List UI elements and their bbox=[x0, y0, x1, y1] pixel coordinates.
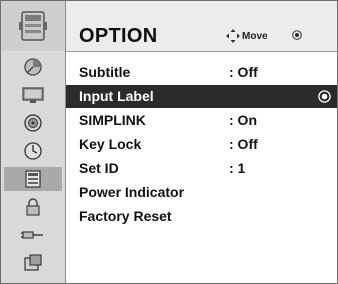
menu-item-label: Key Lock bbox=[79, 136, 142, 152]
menu-item-label: Power Indicator bbox=[79, 184, 185, 200]
sidebar-item-usb[interactable] bbox=[4, 251, 62, 275]
sidebar-item-time[interactable] bbox=[4, 139, 62, 163]
menu-item-subtitle[interactable]: Subtitle : Off bbox=[66, 61, 337, 84]
menu-item-label: Subtitle bbox=[79, 64, 131, 80]
tv-menu-window: OPTION Move Subtitle : Off Input Label S… bbox=[0, 0, 338, 284]
menu-sidebar bbox=[1, 1, 66, 283]
lock-icon bbox=[26, 198, 40, 216]
option-header-icon bbox=[1, 1, 65, 51]
usb-icon bbox=[24, 254, 42, 271]
menu-item-label: Input Label bbox=[79, 88, 154, 104]
ok-button-icon bbox=[292, 30, 302, 40]
option-icon bbox=[25, 170, 41, 188]
picture-icon bbox=[24, 58, 42, 76]
audio-icon bbox=[24, 114, 42, 132]
menu-item-label: Factory Reset bbox=[79, 208, 172, 224]
menu-item-value: : 1 bbox=[229, 160, 246, 176]
move-label: Move bbox=[242, 30, 268, 42]
sidebar-item-input[interactable] bbox=[4, 223, 62, 247]
menu-item-simplink[interactable]: SIMPLINK : On bbox=[66, 109, 337, 132]
sidebar-item-screen[interactable] bbox=[4, 83, 62, 107]
menu-item-value: : On bbox=[229, 112, 257, 128]
ok-select-icon bbox=[318, 90, 331, 103]
sidebar-item-lock[interactable] bbox=[4, 195, 62, 219]
sidebar-item-option[interactable] bbox=[4, 167, 62, 191]
option-panel: OPTION Move Subtitle : Off Input Label S… bbox=[66, 1, 337, 283]
menu-item-key-lock[interactable]: Key Lock : Off bbox=[66, 133, 337, 156]
menu-item-factory-reset[interactable]: Factory Reset bbox=[66, 205, 337, 228]
menu-item-label: SIMPLINK bbox=[79, 112, 146, 128]
menu-item-set-id[interactable]: Set ID : 1 bbox=[66, 157, 337, 180]
menu-item-value: : Off bbox=[229, 64, 258, 80]
menu-item-label: Set ID bbox=[79, 160, 119, 176]
menu-item-power-indicator[interactable]: Power Indicator bbox=[66, 181, 337, 204]
menu-item-value: : Off bbox=[229, 136, 258, 152]
move-arrows-icon bbox=[226, 29, 240, 43]
panel-header: OPTION Move bbox=[66, 1, 337, 52]
time-icon bbox=[24, 142, 42, 160]
move-hint: Move bbox=[226, 29, 268, 43]
sidebar-item-picture[interactable] bbox=[4, 55, 62, 79]
screen-icon bbox=[22, 87, 44, 103]
sidebar-item-audio[interactable] bbox=[4, 111, 62, 135]
page-title: OPTION bbox=[79, 25, 158, 47]
menu-item-input-label[interactable]: Input Label bbox=[66, 85, 337, 108]
input-icon bbox=[21, 231, 43, 239]
